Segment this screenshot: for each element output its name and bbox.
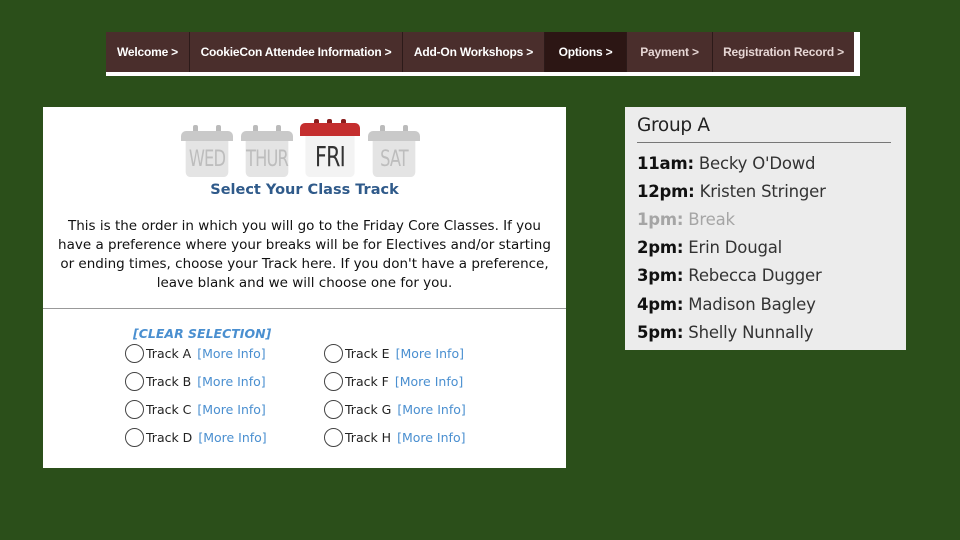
nav-bar: Welcome > CookieCon Attendee Information… <box>106 32 854 72</box>
schedule-row: 11am: Becky O'Dowd <box>637 149 826 177</box>
track-option-c: Track C [More Info] <box>125 399 266 419</box>
nav-attendee-information[interactable]: CookieCon Attendee Information > <box>190 32 403 72</box>
schedule-row: 4pm: Madison Bagley <box>637 290 826 318</box>
schedule-row: 2pm: Erin Dougal <box>637 234 826 262</box>
schedule-instructor: Break <box>688 209 735 229</box>
schedule-time: 5pm: <box>637 322 684 342</box>
track-e-radio[interactable] <box>324 343 343 363</box>
track-option-b: Track B [More Info] <box>125 371 266 391</box>
track-g-label: Track G <box>345 401 392 417</box>
track-g-more-info-link[interactable]: [More Info] <box>397 402 465 417</box>
panel-description: This is the order in which you will go t… <box>58 218 551 291</box>
track-f-more-info-link[interactable]: [More Info] <box>395 374 463 389</box>
panel-title: Select Your Class Track <box>210 182 399 198</box>
track-b-radio[interactable] <box>125 371 144 391</box>
schedule-instructor: Rebecca Dugger <box>688 266 822 286</box>
clear-selection-link[interactable]: [CLEAR SELECTION] <box>133 326 271 341</box>
calendar-icon-wed[interactable]: WED <box>181 125 233 177</box>
track-d-label: Track D <box>146 429 193 445</box>
group-divider <box>637 142 891 143</box>
nav-options[interactable]: Options > <box>545 32 627 72</box>
schedule-time: 4pm: <box>637 294 684 314</box>
track-c-more-info-link[interactable]: [More Info] <box>197 402 265 417</box>
divider <box>43 308 566 309</box>
nav-add-on-workshops[interactable]: Add-On Workshops > <box>403 32 545 72</box>
track-f-radio[interactable] <box>324 371 343 391</box>
track-option-h: Track H [More Info] <box>324 427 465 447</box>
track-a-label: Track A <box>146 345 192 361</box>
schedule-row-break: 1pm: Break <box>637 205 826 233</box>
track-f-label: Track F <box>345 373 389 389</box>
schedule-time: 3pm: <box>637 266 684 286</box>
track-c-label: Track C <box>146 401 192 417</box>
schedule-time: 2pm: <box>637 238 684 258</box>
schedule-time: 11am: <box>637 153 694 173</box>
track-h-radio[interactable] <box>324 427 343 447</box>
track-option-d: Track D [More Info] <box>125 427 267 447</box>
track-option-a: Track A [More Info] <box>125 343 266 363</box>
calendar-icon-thur[interactable]: THUR <box>241 125 293 177</box>
schedule-instructor: Becky O'Dowd <box>698 153 816 173</box>
track-e-label: Track E <box>345 345 390 361</box>
schedule-instructor: Shelly Nunnally <box>688 322 814 342</box>
group-schedule-panel: Group A 11am: Becky O'Dowd 12pm: Kristen… <box>625 107 906 350</box>
track-d-more-info-link[interactable]: [More Info] <box>198 430 266 445</box>
registration-steps-nav: Welcome > CookieCon Attendee Information… <box>106 32 860 76</box>
track-d-radio[interactable] <box>125 427 144 447</box>
calendar-icon-fri[interactable]: FRI <box>300 119 360 177</box>
schedule-row: 12pm: Kristen Stringer <box>637 177 826 205</box>
schedule-list: 11am: Becky O'Dowd 12pm: Kristen Stringe… <box>637 149 826 346</box>
track-option-f: Track F [More Info] <box>324 371 463 391</box>
track-a-more-info-link[interactable]: [More Info] <box>197 346 265 361</box>
track-b-label: Track B <box>146 373 192 389</box>
schedule-row: 3pm: Rebecca Dugger <box>637 262 826 290</box>
track-selection-panel: WED THUR FRI SAT Select Your Class Track… <box>43 107 566 468</box>
track-g-radio[interactable] <box>324 399 343 419</box>
schedule-time: 1pm: <box>637 209 684 229</box>
track-c-radio[interactable] <box>125 399 144 419</box>
schedule-instructor: Erin Dougal <box>688 238 783 258</box>
day-calendar-icons: WED THUR FRI SAT <box>181 119 421 181</box>
schedule-instructor: Kristen Stringer <box>699 181 826 201</box>
track-h-more-info-link[interactable]: [More Info] <box>397 430 465 445</box>
schedule-time: 12pm: <box>637 181 695 201</box>
track-b-more-info-link[interactable]: [More Info] <box>197 374 265 389</box>
track-e-more-info-link[interactable]: [More Info] <box>396 346 464 361</box>
group-title: Group A <box>637 115 710 136</box>
schedule-instructor: Madison Bagley <box>688 294 816 314</box>
track-option-g: Track G [More Info] <box>324 399 466 419</box>
nav-registration-record[interactable]: Registration Record > <box>713 32 854 72</box>
nav-welcome[interactable]: Welcome > <box>106 32 190 72</box>
track-h-label: Track H <box>345 429 392 445</box>
track-a-radio[interactable] <box>125 343 144 363</box>
nav-payment[interactable]: Payment > <box>627 32 713 72</box>
track-option-e: Track E [More Info] <box>324 343 464 363</box>
calendar-icon-sat[interactable]: SAT <box>368 125 420 177</box>
schedule-row: 5pm: Shelly Nunnally <box>637 318 826 346</box>
